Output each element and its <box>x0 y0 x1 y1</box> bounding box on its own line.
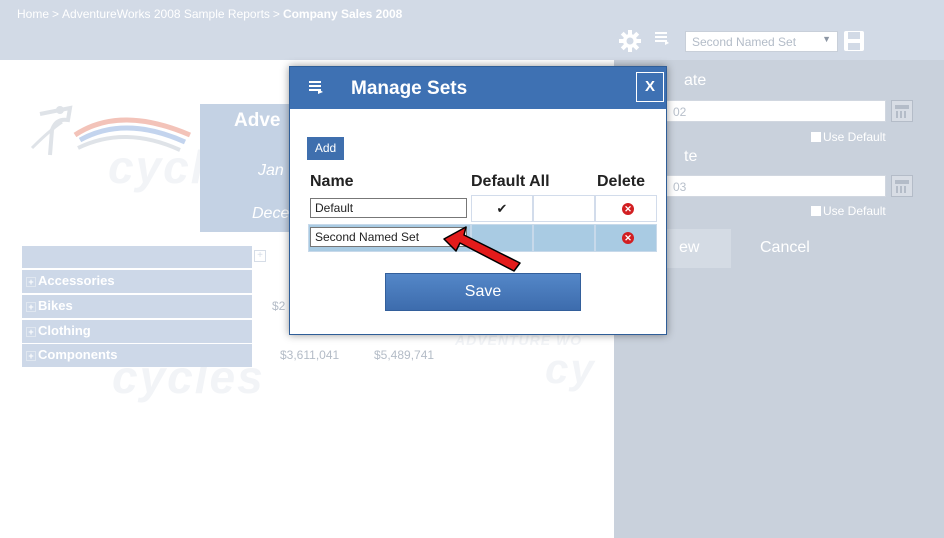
table-cell: $3,611,041 <box>280 348 340 362</box>
named-set-value: Second Named Set <box>692 35 797 49</box>
delete-icon[interactable]: ✕ <box>622 232 634 244</box>
table-row[interactable]: + Clothing <box>22 320 252 343</box>
start-date-label: ate <box>684 72 707 89</box>
check-icon: ✔ <box>496 201 508 216</box>
report-title: Adve <box>234 110 281 131</box>
end-use-default[interactable]: Use Default <box>811 204 886 218</box>
delete-icon[interactable]: ✕ <box>622 203 634 215</box>
delete-cell: ✕ <box>595 224 657 252</box>
calendar-icon[interactable] <box>891 100 913 122</box>
column-header-delete: Delete <box>597 173 646 190</box>
breadcrumb-separator: > <box>52 7 60 21</box>
named-set-select[interactable]: Second Named Set ▼ <box>685 31 838 52</box>
row-label: Clothing <box>38 323 91 338</box>
set-name-input[interactable] <box>310 198 467 218</box>
delete-cell: ✕ <box>595 195 657 222</box>
end-date-value: 03 <box>673 180 687 194</box>
use-default-label: Use Default <box>823 204 886 218</box>
save-icon[interactable] <box>843 30 865 52</box>
table-cell: $5,489,741 <box>374 348 435 362</box>
breadcrumb: Home > AdventureWorks 2008 Sample Reports >… <box>17 7 402 21</box>
close-button[interactable]: X <box>636 72 664 102</box>
gear-icon[interactable] <box>619 30 641 52</box>
start-date-value: 02 <box>673 105 687 119</box>
row-label: Accessories <box>38 273 115 288</box>
view-report-button[interactable]: ew <box>666 229 731 268</box>
dialog-title: Manage Sets <box>351 78 468 99</box>
manage-sets-dialog: Manage Sets X Add Name Default All Delet… <box>289 66 667 335</box>
add-set-button[interactable]: Add <box>307 137 344 160</box>
table-row[interactable]: + Bikes <box>22 295 252 318</box>
start-date-input[interactable]: 02 <box>666 100 886 122</box>
chevron-down-icon: ▼ <box>822 34 831 44</box>
checkbox[interactable] <box>811 206 821 216</box>
expand-icon[interactable]: + <box>26 351 36 361</box>
breadcrumb-reports[interactable]: AdventureWorks 2008 Sample Reports <box>62 7 270 21</box>
column-header-default-all: Default All <box>471 173 550 190</box>
table-cell: $2 <box>272 299 286 313</box>
end-date-input[interactable]: 03 <box>666 175 886 197</box>
view-report-label: ew <box>679 239 700 256</box>
expand-icon[interactable]: + <box>26 277 36 287</box>
row-label: Components <box>38 347 118 362</box>
cancel-button[interactable]: Cancel <box>760 239 810 257</box>
red-arrow-annotation <box>443 226 521 272</box>
breadcrumb-separator: > <box>272 7 280 21</box>
table-row[interactable]: + Accessories <box>22 270 252 293</box>
column-header-name: Name <box>310 173 354 190</box>
dialog-header: Manage Sets X <box>290 67 666 109</box>
breadcrumb-current: Company Sales 2008 <box>282 7 403 21</box>
watermark-text: cy <box>545 345 596 392</box>
start-use-default[interactable]: Use Default <box>811 130 886 144</box>
row-label: Bikes <box>38 298 73 313</box>
save-button[interactable]: Save <box>385 273 581 311</box>
table-cell <box>533 224 595 252</box>
expand-column-icon[interactable]: + <box>254 250 266 262</box>
report-subtitle: Jan <box>258 162 284 179</box>
list-icon[interactable] <box>655 31 669 45</box>
calendar-icon[interactable] <box>891 175 913 197</box>
use-default-label: Use Default <box>823 130 886 144</box>
checkbox[interactable] <box>811 132 821 142</box>
expand-icon[interactable]: + <box>26 302 36 312</box>
report-subtitle: Dece <box>252 205 290 222</box>
table-row[interactable]: + Components <box>22 344 252 367</box>
expand-icon[interactable]: + <box>26 327 36 337</box>
default-all-cell[interactable]: ✔ <box>471 195 533 222</box>
table-header-row <box>22 246 252 268</box>
list-icon <box>309 81 323 94</box>
table-cell <box>533 195 595 222</box>
end-date-label: te <box>684 148 698 165</box>
breadcrumb-home[interactable]: Home <box>17 7 49 21</box>
